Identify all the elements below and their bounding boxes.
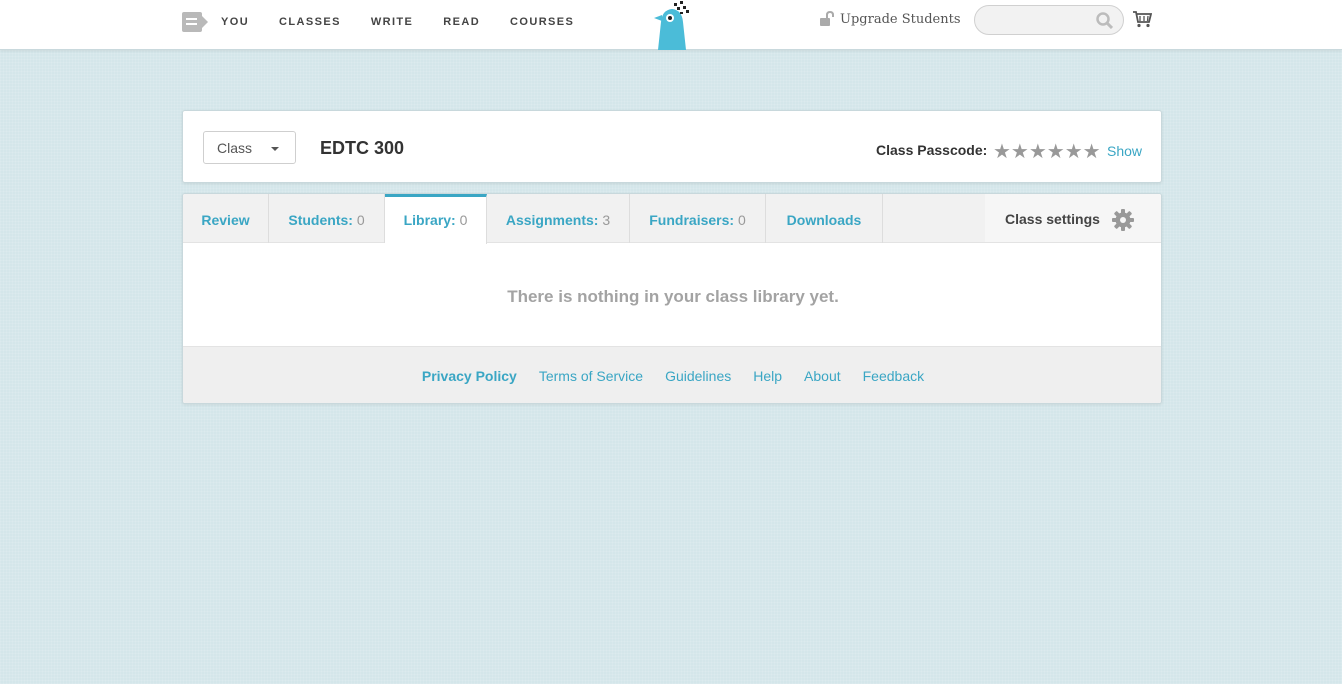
search-input[interactable] (987, 6, 1107, 34)
nav-read[interactable]: READ (443, 16, 480, 28)
class-name-title: EDTC 300 (320, 138, 405, 158)
main-nav: YOU CLASSES WRITE READ COURSES (221, 16, 604, 28)
footer-link-help[interactable]: Help (753, 368, 782, 384)
top-navigation-bar: YOU CLASSES WRITE READ COURSES Upgrade S… (0, 0, 1342, 50)
empty-library-message: There is nothing in your class library y… (507, 287, 839, 306)
tab-library-label: Library: (403, 212, 456, 228)
tab-students-label: Students: (288, 212, 353, 228)
lock-icon (820, 11, 834, 26)
tab-library-count: 0 (459, 212, 468, 228)
show-passcode-link[interactable]: Show (1107, 143, 1142, 159)
tab-fundraisers[interactable]: Fundraisers: 0 (630, 194, 766, 243)
class-content-panel: Review Students: 0 Library: 0 Assignment… (182, 193, 1162, 404)
nav-classes[interactable]: CLASSES (279, 16, 341, 28)
footer-link-guidelines[interactable]: Guidelines (665, 368, 731, 384)
tab-library[interactable]: Library: 0 (385, 194, 487, 244)
footer-links: Privacy Policy Terms of Service Guidelin… (183, 347, 1161, 384)
tab-downloads-label: Downloads (786, 212, 862, 228)
tab-fundraisers-label: Fundraisers: (649, 212, 735, 228)
tab-students[interactable]: Students: 0 (269, 194, 385, 243)
class-passcode-label: Class Passcode: (876, 142, 988, 158)
tab-fundraisers-count: 0 (737, 212, 746, 228)
footer-link-terms[interactable]: Terms of Service (539, 368, 643, 384)
upgrade-students-link[interactable]: Upgrade Students (818, 11, 961, 27)
footer: Privacy Policy Terms of Service Guidelin… (183, 346, 1161, 403)
footer-link-about[interactable]: About (804, 368, 841, 384)
upgrade-label: Upgrade Students (840, 11, 961, 27)
class-settings-button[interactable]: Class settings (985, 194, 1161, 242)
gear-icon (1112, 209, 1134, 231)
footer-link-feedback[interactable]: Feedback (863, 368, 924, 384)
caret-down-icon (271, 147, 279, 151)
tab-downloads[interactable]: Downloads (766, 194, 883, 243)
tab-students-count: 0 (356, 212, 365, 228)
tab-review-label: Review (201, 212, 250, 228)
class-passcode-masked: ★★★★★★ (993, 141, 1101, 163)
cart-icon[interactable] (1132, 10, 1152, 28)
bird-logo-icon[interactable] (652, 0, 694, 50)
nav-write[interactable]: WRITE (371, 16, 413, 28)
class-selector-label: Class (217, 140, 253, 156)
nav-courses[interactable]: COURSES (510, 16, 574, 28)
nav-you[interactable]: YOU (221, 16, 249, 28)
class-tabs: Review Students: 0 Library: 0 Assignment… (183, 194, 1161, 244)
tab-assignments[interactable]: Assignments: 3 (487, 194, 630, 243)
tab-review[interactable]: Review (183, 194, 269, 243)
menu-icon[interactable] (182, 12, 208, 32)
class-header-card: Class EDTC 300 Class Passcode: ★★★★★★ Sh… (182, 110, 1162, 183)
tab-assignments-label: Assignments: (505, 212, 599, 228)
tab-assignments-count: 3 (602, 212, 611, 228)
class-selector-dropdown[interactable]: Class (203, 131, 296, 164)
search-icon[interactable] (1096, 12, 1113, 29)
footer-link-privacy[interactable]: Privacy Policy (422, 368, 517, 384)
class-settings-label: Class settings (1005, 211, 1100, 227)
search-box (974, 5, 1124, 35)
